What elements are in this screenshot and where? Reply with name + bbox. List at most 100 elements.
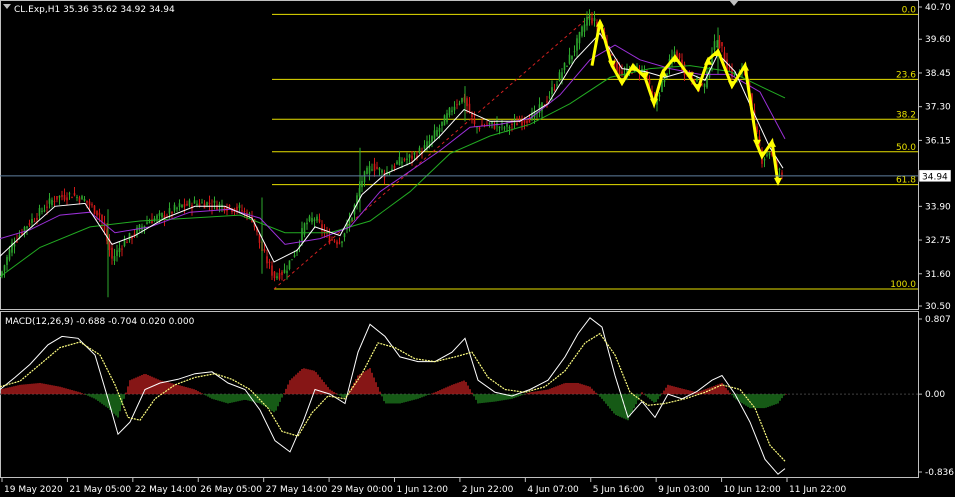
time-axis[interactable]: 19 May 2020 21 May 05:00 22 May 14:00 26 Ma… [1, 478, 846, 495]
histogram-bar [497, 394, 499, 402]
histogram-bar [221, 394, 223, 402]
histogram-bar [615, 394, 617, 416]
histogram-bar [571, 382, 573, 395]
price-tick-label: 37.30 [925, 103, 951, 113]
candle-body [528, 119, 531, 123]
histogram-bar [459, 381, 461, 395]
candle-body [73, 193, 76, 196]
candle-body [281, 271, 283, 276]
candle-body [361, 181, 363, 188]
histogram-bar [35, 383, 37, 395]
histogram-bar [129, 380, 131, 395]
histogram-bar [155, 378, 157, 395]
histogram-bar [207, 394, 209, 397]
histogram-bar [31, 383, 33, 395]
candle-body [198, 203, 201, 207]
candle-body [311, 218, 313, 223]
candle-body [568, 54, 571, 64]
histogram-bar [377, 386, 379, 395]
histogram-bar [81, 393, 83, 395]
histogram-bar [245, 394, 247, 400]
candle-body [81, 196, 83, 200]
histogram-bar [649, 394, 651, 400]
histogram-bar [241, 394, 243, 401]
histogram-bar [485, 394, 487, 403]
histogram-bar [25, 384, 27, 395]
histogram-bar [89, 394, 91, 397]
histogram-bar [481, 394, 483, 404]
candle-body [488, 122, 491, 124]
histogram-bar [389, 394, 391, 404]
price-axis[interactable]: 40.7039.6038.4537.3036.1535.0033.9032.75… [918, 3, 951, 312]
histogram-bar [95, 394, 97, 400]
candle-body [721, 42, 723, 47]
candle-body [333, 240, 336, 242]
histogram-bar [631, 394, 633, 413]
histogram-bar [271, 394, 273, 411]
histogram-bar [233, 394, 235, 403]
histogram-bar [331, 390, 333, 395]
histogram-bar [663, 390, 665, 395]
macd-panel[interactable]: MACD(12,26,9) -0.688 -0.704 0.020 0.000 [0, 311, 919, 478]
macd-axis[interactable]: 0.807 0.00 -0.836 [918, 315, 954, 478]
histogram-bar [393, 394, 395, 404]
histogram-bar [157, 379, 159, 395]
histogram-bar [589, 386, 591, 395]
histogram-bar [661, 393, 663, 395]
histogram-bar [195, 390, 197, 395]
candle-body [511, 124, 513, 126]
histogram-bar [731, 394, 733, 396]
candle-body [58, 195, 61, 198]
candle-body [478, 127, 481, 130]
histogram-bar [715, 385, 717, 395]
histogram-bar [531, 391, 533, 395]
histogram-bar [435, 391, 437, 395]
candle-body [176, 207, 178, 210]
histogram-bar [711, 386, 713, 395]
candle-body [521, 121, 523, 126]
histogram-bar [333, 391, 335, 395]
histogram-bar [453, 384, 455, 395]
candle-body [268, 261, 271, 264]
candle-body [86, 200, 88, 203]
histogram-bar [783, 394, 785, 396]
candle-body [283, 269, 286, 273]
histogram-bar [669, 385, 671, 395]
candle-body [243, 211, 246, 213]
histogram-bar [123, 394, 125, 399]
candle-body [341, 241, 343, 243]
price-panel[interactable]: 0.0 23.6 38.2 50.0 61.8 100.0 CL.Exp,H1 35.36… [0, 0, 919, 310]
candle-body [3, 265, 6, 272]
histogram-bar [679, 388, 681, 395]
histogram-bar [21, 384, 23, 395]
histogram-bar [133, 378, 135, 395]
fib-label-50.0: 50.0 [896, 143, 916, 153]
candle-body [368, 166, 371, 174]
candle-body [93, 205, 96, 215]
fib-label-38.2: 38.2 [896, 110, 916, 120]
candle-body [706, 71, 708, 88]
candle-body [508, 126, 511, 129]
candle-body [658, 94, 661, 97]
histogram-bar [113, 394, 115, 414]
candle-body [148, 221, 151, 224]
candle-body [498, 126, 501, 128]
histogram-bar [87, 394, 89, 396]
histogram-bar [125, 392, 127, 395]
histogram-bar [665, 387, 667, 395]
candle-body [381, 170, 383, 173]
histogram-bar [287, 384, 289, 395]
time-tick-label: 9 Jun 03:00 [658, 485, 710, 495]
histogram-bar [141, 374, 143, 395]
histogram-bar [561, 384, 563, 395]
candle-body [581, 26, 583, 36]
histogram-bar [547, 389, 549, 395]
histogram-bar [779, 394, 781, 401]
histogram-bar [555, 386, 557, 395]
candle-body [778, 168, 781, 170]
histogram-bar [677, 387, 679, 395]
candle-body [768, 152, 771, 156]
candle-body [571, 55, 573, 60]
candle-body [178, 203, 181, 208]
candle-body [376, 166, 378, 169]
